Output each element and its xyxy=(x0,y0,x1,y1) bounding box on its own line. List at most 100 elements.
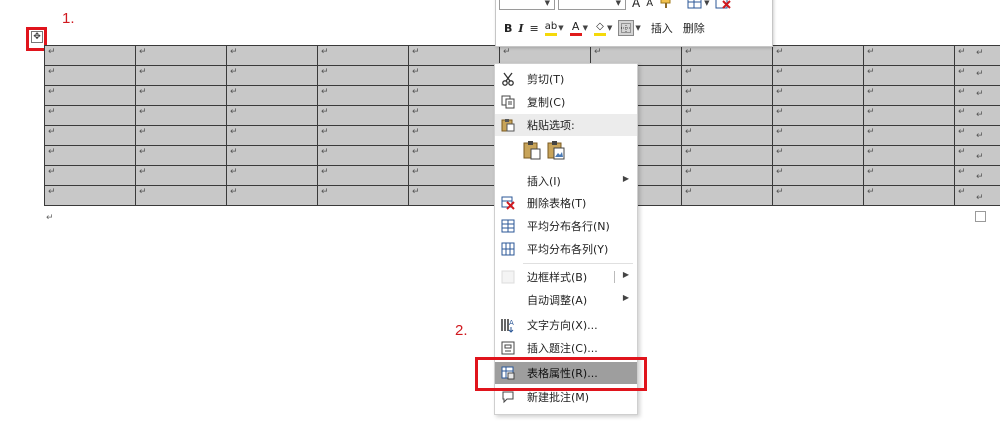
table-cell[interactable]: ↵ xyxy=(772,165,864,186)
table-cell[interactable]: ↵ xyxy=(772,85,864,106)
table-cell[interactable]: ↵ xyxy=(317,185,409,206)
menu-item-text-direction[interactable]: A 文字方向(X)... xyxy=(495,314,637,336)
delete-button[interactable]: 删除 xyxy=(683,20,705,36)
table-cell[interactable]: ↵ xyxy=(226,85,318,106)
table-cell[interactable]: ↵ xyxy=(135,185,227,206)
table-cell[interactable]: ↵ xyxy=(135,145,227,166)
menu-item-distribute-cols[interactable]: 平均分布各列(Y) xyxy=(495,238,637,260)
table-cell[interactable]: ↵ xyxy=(863,165,955,186)
svg-text:A: A xyxy=(509,319,514,327)
delete-table-icon xyxy=(497,192,519,214)
grow-font-button[interactable]: A xyxy=(632,0,640,10)
table-cell[interactable]: ↵ xyxy=(44,145,136,166)
menu-item-border-style[interactable]: 边框样式(B) ▶ xyxy=(495,266,637,288)
format-painter-icon[interactable] xyxy=(659,0,673,9)
insert-table-icon[interactable] xyxy=(687,0,703,9)
table-cell[interactable]: ↵ xyxy=(135,65,227,86)
table-cell[interactable]: ↵ xyxy=(772,125,864,146)
table-cell[interactable]: ↵ xyxy=(681,165,773,186)
font-name-box[interactable]: ▼ xyxy=(499,0,555,10)
submenu-arrow-icon: ▶ xyxy=(622,174,629,183)
table-cell[interactable]: ↵ xyxy=(135,105,227,126)
table-cell[interactable]: ↵ xyxy=(317,165,409,186)
bold-button[interactable]: B xyxy=(504,22,512,35)
table-cell[interactable]: ↵ xyxy=(44,85,136,106)
table-cell[interactable]: ↵ xyxy=(226,165,318,186)
table-cell[interactable]: ↵ xyxy=(681,85,773,106)
table-cell[interactable]: ↵ xyxy=(681,65,773,86)
table-cell[interactable]: ↵ xyxy=(408,165,500,186)
font-color-icon[interactable]: A ▼ xyxy=(569,21,588,36)
table-cell[interactable]: ↵ xyxy=(317,145,409,166)
menu-item-insert-caption[interactable]: 插入题注(C)... xyxy=(495,337,637,359)
table-cell[interactable]: ↵ xyxy=(681,45,773,66)
table-cell[interactable]: ↵ xyxy=(681,145,773,166)
menu-item-distribute-rows[interactable]: 平均分布各行(N) xyxy=(495,215,637,237)
menu-item-label: 复制(C) xyxy=(527,96,566,109)
table-cell[interactable]: ↵ xyxy=(863,145,955,166)
table-cell[interactable]: ↵ xyxy=(135,125,227,146)
table-cell[interactable]: ↵ xyxy=(44,45,136,66)
table-cell[interactable]: ↵ xyxy=(44,105,136,126)
paste-picture-icon[interactable] xyxy=(547,140,565,163)
align-center-button[interactable]: ≡ xyxy=(530,22,539,35)
shading-icon[interactable]: ◇ ▼ xyxy=(594,21,612,36)
table-cell[interactable]: ↵ xyxy=(317,45,409,66)
menu-item-delete-table[interactable]: 删除表格(T) xyxy=(495,192,637,214)
table-cell[interactable]: ↵ xyxy=(863,65,955,86)
annotation-box-2 xyxy=(475,357,647,391)
table-cell[interactable]: ↵ xyxy=(226,65,318,86)
table-cell[interactable]: ↵ xyxy=(772,65,864,86)
table-cell[interactable]: ↵ xyxy=(408,145,500,166)
table-cell[interactable]: ↵ xyxy=(317,85,409,106)
table-cell[interactable]: ↵ xyxy=(681,105,773,126)
table-cell[interactable]: ↵ xyxy=(317,125,409,146)
table-cell[interactable]: ↵ xyxy=(408,125,500,146)
highlight-icon[interactable]: ab ▼ xyxy=(545,21,564,36)
font-size-box[interactable]: ▼ xyxy=(558,0,626,10)
table-cell[interactable]: ↵ xyxy=(863,45,955,66)
menu-item-copy[interactable]: 复制(C) xyxy=(495,91,637,113)
table-cell[interactable]: ↵ xyxy=(863,85,955,106)
menu-item-insert[interactable]: 插入(I) ▶ xyxy=(495,170,637,192)
table-cell[interactable]: ↵ xyxy=(408,185,500,206)
table-cell[interactable]: ↵ xyxy=(772,185,864,206)
table-cell[interactable]: ↵ xyxy=(863,185,955,206)
table-cell[interactable]: ↵ xyxy=(135,165,227,186)
table-cell[interactable]: ↵ xyxy=(317,105,409,126)
table-cell[interactable]: ↵ xyxy=(44,125,136,146)
table-cell[interactable]: ↵ xyxy=(226,105,318,126)
italic-button[interactable]: I xyxy=(518,22,523,35)
table-cell[interactable]: ↵ xyxy=(772,105,864,126)
table-cell[interactable]: ↵ xyxy=(226,145,318,166)
table-cell[interactable]: ↵ xyxy=(44,65,136,86)
table-resize-handle[interactable] xyxy=(975,211,986,222)
table-cell[interactable]: ↵ xyxy=(135,85,227,106)
menu-item-label: 插入(I) xyxy=(527,175,561,188)
table-cell[interactable]: ↵ xyxy=(863,105,955,126)
menu-item-autofit[interactable]: 自动调整(A) ▶ xyxy=(495,289,637,311)
delete-table-icon[interactable] xyxy=(715,0,732,9)
table-cell[interactable]: ↵ xyxy=(772,45,864,66)
shrink-font-button[interactable]: A xyxy=(646,0,653,9)
table-cell[interactable]: ↵ xyxy=(408,45,500,66)
menu-item-cut[interactable]: 剪切(T) xyxy=(495,68,637,90)
table-cell[interactable]: ↵ xyxy=(408,85,500,106)
table-cell[interactable]: ↵ xyxy=(408,105,500,126)
table-cell[interactable]: ↵ xyxy=(681,125,773,146)
table-cell[interactable]: ↵ xyxy=(408,65,500,86)
table-cell[interactable]: ↵ xyxy=(863,125,955,146)
table-cell[interactable]: ↵ xyxy=(226,125,318,146)
table-cell[interactable]: ↵ xyxy=(772,145,864,166)
paste-keep-formatting-icon[interactable] xyxy=(523,140,541,163)
borders-icon[interactable]: ▼ xyxy=(618,20,641,36)
table-cell[interactable]: ↵ xyxy=(317,65,409,86)
table-cell[interactable]: ↵ xyxy=(44,165,136,186)
table-cell[interactable]: ↵ xyxy=(226,185,318,206)
table-cell[interactable]: ↵ xyxy=(44,185,136,206)
table-cell[interactable]: ↵ xyxy=(226,45,318,66)
table-cell[interactable]: ↵ xyxy=(681,185,773,206)
insert-dropdown-icon[interactable]: ▼ xyxy=(704,0,709,7)
insert-button[interactable]: 插入 xyxy=(651,20,673,36)
table-cell[interactable]: ↵ xyxy=(135,45,227,66)
